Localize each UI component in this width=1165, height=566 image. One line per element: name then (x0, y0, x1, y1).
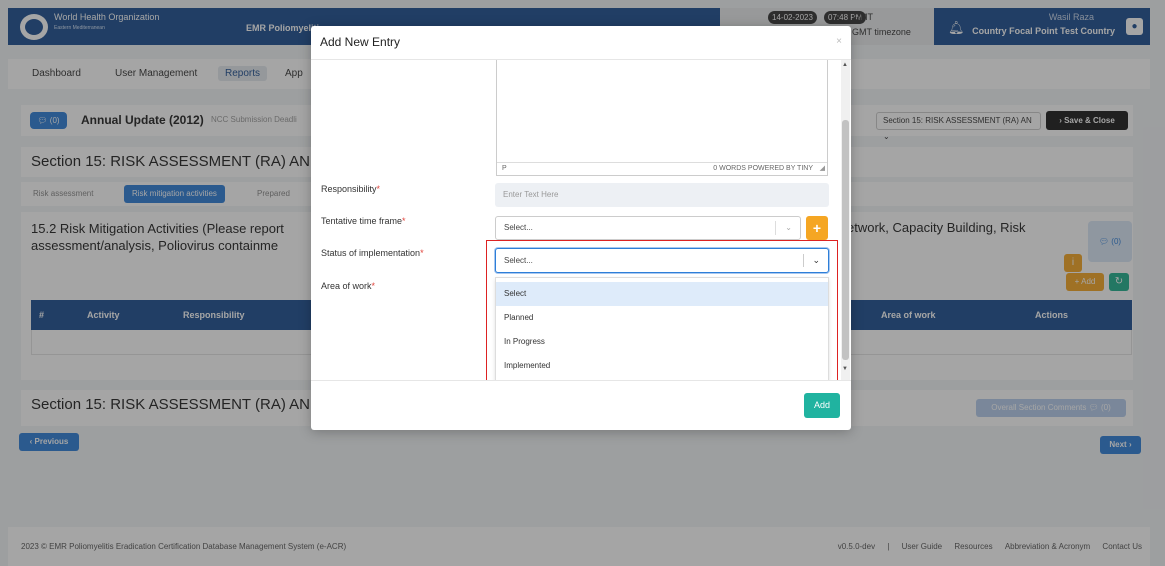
editor-statusbar: P 0 WORDS POWERED BY TINY ◢ (497, 162, 827, 174)
area-label-text: Area of work (321, 281, 372, 291)
responsibility-input[interactable]: Enter Text Here (495, 183, 829, 207)
timeframe-label-text: Tentative time frame (321, 216, 403, 226)
editor-path: P (502, 165, 507, 172)
modal-body: P 0 WORDS POWERED BY TINY ◢ Responsibili… (311, 60, 851, 380)
timeframe-select[interactable]: Select... ⌄ (495, 216, 801, 240)
responsibility-label-text: Responsibility (321, 184, 377, 194)
close-icon[interactable]: × (836, 36, 842, 47)
scroll-up-icon[interactable]: ▲ (842, 62, 848, 68)
area-label: Area of work* (321, 281, 375, 291)
add-entry-modal: Add New Entry × P 0 WORDS POWERED BY TIN… (311, 26, 851, 430)
rich-text-editor[interactable]: P 0 WORDS POWERED BY TINY ◢ (496, 60, 828, 176)
select-separator (775, 221, 776, 235)
resize-handle-icon[interactable]: ◢ (820, 164, 825, 172)
required-mark: * (420, 248, 424, 258)
editor-word-count: 0 WORDS POWERED BY TINY (713, 165, 813, 172)
add-timeframe-button[interactable]: + (806, 216, 828, 240)
scroll-thumb[interactable] (842, 120, 849, 360)
timeframe-select-value: Select... (504, 223, 533, 232)
modal-scrollbar[interactable]: ▲ ▼ (841, 60, 850, 380)
required-mark: * (402, 216, 406, 226)
highlight-annotation-box (486, 240, 838, 380)
status-label-text: Status of implementation (321, 248, 421, 258)
required-mark: * (371, 281, 376, 291)
modal-title: Add New Entry (320, 35, 401, 49)
modal-footer-divider (311, 380, 851, 381)
responsibility-label: Responsibility* (321, 184, 380, 194)
required-mark: * (376, 184, 381, 194)
status-label: Status of implementation* (321, 248, 424, 258)
timeframe-label: Tentative time frame* (321, 216, 406, 226)
chevron-down-icon[interactable]: ⌄ (785, 217, 792, 239)
modal-add-button[interactable]: Add (804, 393, 840, 418)
scroll-down-icon[interactable]: ▼ (842, 366, 848, 372)
